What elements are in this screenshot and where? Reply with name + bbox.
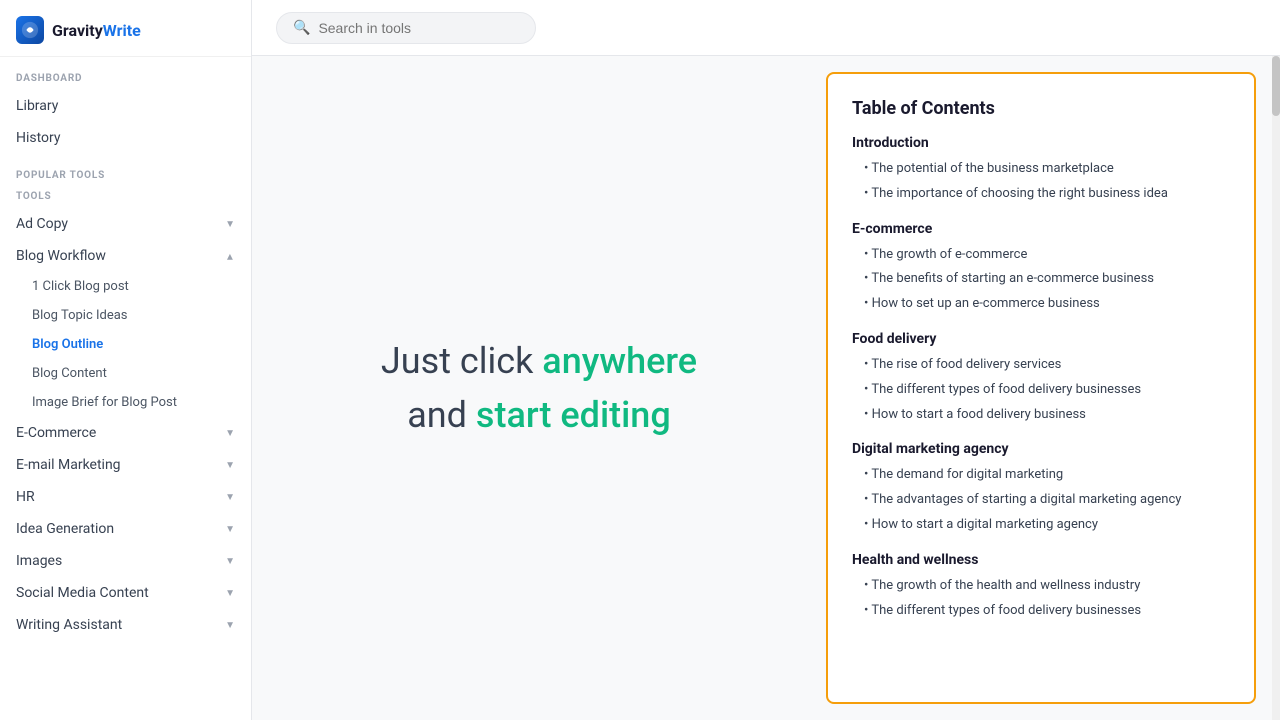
- chevron-icon: ▼: [225, 524, 235, 535]
- sidebar: GravityWrite DASHBOARD Library History P…: [0, 0, 252, 720]
- sidebar-item-social-media[interactable]: Social Media Content ▼: [0, 577, 251, 609]
- tools-label: TOOLS: [0, 187, 251, 208]
- toc-item: How to start a digital marketing agency: [852, 513, 1230, 538]
- search-icon: 🔍: [293, 20, 310, 36]
- sidebar-item-writing-assistant[interactable]: Writing Assistant ▼: [0, 609, 251, 641]
- sidebar-item-hr[interactable]: HR ▼: [0, 481, 251, 513]
- toc-section-introduction: Introduction: [852, 135, 1230, 151]
- sidebar-item-library[interactable]: Library: [0, 90, 251, 122]
- main-content: Just click anywhere and start editing Ta…: [252, 56, 1280, 720]
- sidebar-item-blog-content[interactable]: Blog Content: [0, 359, 251, 388]
- search-box[interactable]: 🔍: [276, 12, 536, 44]
- editor-prompt: Just click anywhere and start editing: [381, 334, 697, 442]
- sidebar-item-history[interactable]: History: [0, 122, 251, 154]
- toc-item: The different types of food delivery bus…: [852, 378, 1230, 403]
- toc-item: The growth of e-commerce: [852, 243, 1230, 268]
- toc-section-food-delivery: Food delivery: [852, 331, 1230, 347]
- toc-item: The potential of the business marketplac…: [852, 157, 1230, 182]
- chevron-icon: ▼: [225, 251, 235, 262]
- toc-section-ecommerce: E-commerce: [852, 221, 1230, 237]
- toc-item: How to set up an e-commerce business: [852, 292, 1230, 317]
- toc-item: The different types of food delivery bus…: [852, 599, 1230, 624]
- chevron-icon: ▼: [225, 556, 235, 567]
- sidebar-item-images[interactable]: Images ▼: [0, 545, 251, 577]
- logo-icon: [16, 16, 44, 44]
- popular-tools-label: POPULAR TOOLS: [0, 154, 251, 187]
- chevron-icon: ▼: [225, 428, 235, 439]
- sidebar-item-1click-blog[interactable]: 1 Click Blog post: [0, 272, 251, 301]
- chevron-icon: ▼: [225, 492, 235, 503]
- logo-text: GravityWrite: [52, 21, 141, 40]
- toc-item: The importance of choosing the right bus…: [852, 182, 1230, 207]
- toc-item: The demand for digital marketing: [852, 463, 1230, 488]
- chevron-icon: ▼: [225, 620, 235, 631]
- chevron-icon: ▼: [225, 460, 235, 471]
- toc-item: The benefits of starting an e-commerce b…: [852, 267, 1230, 292]
- sidebar-item-email-marketing[interactable]: E-mail Marketing ▼: [0, 449, 251, 481]
- sidebar-item-idea-generation[interactable]: Idea Generation ▼: [0, 513, 251, 545]
- search-input[interactable]: [318, 20, 519, 36]
- logo: GravityWrite: [0, 0, 251, 57]
- editor-area[interactable]: Just click anywhere and start editing: [252, 56, 826, 720]
- toc-item: The growth of the health and wellness in…: [852, 574, 1230, 599]
- sidebar-item-ecommerce[interactable]: E-Commerce ▼: [0, 417, 251, 449]
- toc-panel: Table of Contents Introduction The poten…: [826, 72, 1256, 704]
- sidebar-item-blog-topic-ideas[interactable]: Blog Topic Ideas: [0, 301, 251, 330]
- chevron-icon: ▼: [225, 219, 235, 230]
- toc-item: How to start a food delivery business: [852, 403, 1230, 428]
- sidebar-item-blog-outline[interactable]: Blog Outline: [0, 330, 251, 359]
- dashboard-section-label: DASHBOARD: [0, 57, 251, 90]
- toc-item: The rise of food delivery services: [852, 353, 1230, 378]
- scrollbar-thumb[interactable]: [1272, 56, 1280, 116]
- toc-section-health-wellness: Health and wellness: [852, 552, 1230, 568]
- sidebar-item-blog-workflow[interactable]: Blog Workflow ▼: [0, 240, 251, 272]
- sidebar-item-ad-copy[interactable]: Ad Copy ▼: [0, 208, 251, 240]
- chevron-icon: ▼: [225, 588, 235, 599]
- toc-item: The advantages of starting a digital mar…: [852, 488, 1230, 513]
- toc-title: Table of Contents: [852, 98, 1230, 119]
- toc-section-digital-marketing: Digital marketing agency: [852, 441, 1230, 457]
- sidebar-item-image-brief[interactable]: Image Brief for Blog Post: [0, 388, 251, 417]
- topbar: 🔍: [252, 0, 1280, 56]
- scrollbar-track[interactable]: [1272, 56, 1280, 720]
